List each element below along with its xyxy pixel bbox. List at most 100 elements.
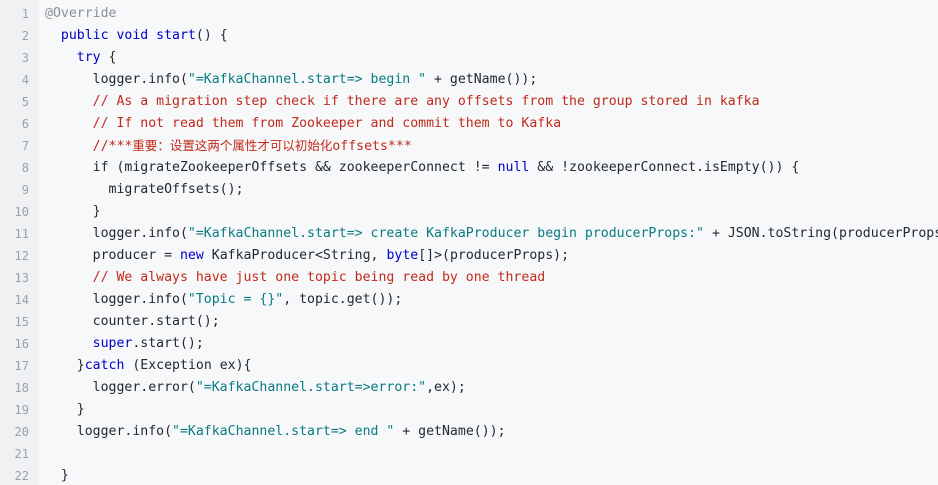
code-line: logger.info("=KafkaChannel.start=> end "… <box>45 421 938 443</box>
code-token: if (migrateZookeeperOffsets && zookeeper… <box>92 160 498 175</box>
code-token: logger.info( <box>92 72 188 87</box>
code-token: //*** <box>92 139 133 154</box>
code-token: logger.error( <box>92 380 196 395</box>
line-number: 4 <box>21 73 29 87</box>
code-token: } <box>76 358 85 373</box>
code-token: migrateOffsets(); <box>108 182 244 197</box>
code-token: "=KafkaChannel.start=> begin " <box>187 72 427 87</box>
code-token: "=KafkaChannel.start=> end " <box>172 424 395 439</box>
code-token: start <box>156 28 196 43</box>
line-number: 9 <box>21 183 29 197</box>
code-body: @Override public void start() { try { lo… <box>38 0 938 485</box>
line-number: 19 <box>14 403 29 417</box>
code-token: } <box>60 468 69 483</box>
code-token: producer = <box>92 248 180 263</box>
code-token: "=KafkaChannel.start=> create KafkaProdu… <box>187 226 704 241</box>
code-line: // If not read them from Zookeeper and c… <box>45 113 938 135</box>
code-line: logger.info("Topic = {}", topic.get()); <box>45 289 938 311</box>
code-line: public void start() { <box>45 25 938 47</box>
code-token: public void <box>60 28 157 43</box>
code-line: producer = new KafkaProducer<String, byt… <box>45 245 938 267</box>
code-line: } <box>45 465 938 485</box>
line-number: 3 <box>21 51 29 65</box>
code-token: KafkaProducer<String, <box>203 248 387 263</box>
code-token: super <box>92 336 133 351</box>
line-number: 11 <box>14 227 29 241</box>
code-line: } <box>45 399 938 421</box>
code-line: // As a migration step check if there ar… <box>45 91 938 113</box>
code-token: && !zookeeperConnect.isEmpty()) { <box>529 160 800 175</box>
code-token: counter.start(); <box>92 314 220 329</box>
line-number: 18 <box>14 381 29 395</box>
code-line: } <box>45 201 938 223</box>
code-token: + getName()); <box>394 424 506 439</box>
line-number: 22 <box>14 469 29 483</box>
code-token: } <box>76 402 85 417</box>
line-number: 17 <box>14 359 29 373</box>
code-line: counter.start(); <box>45 311 938 333</box>
code-token: 重要：设置这两个属性才可以初始化 <box>132 138 333 153</box>
code-token: logger.info( <box>92 226 188 241</box>
code-line: super.start(); <box>45 333 938 355</box>
code-token: try <box>76 50 101 65</box>
code-token: logger.info( <box>92 292 188 307</box>
code-line: // We always have just one topic being r… <box>45 267 938 289</box>
code-token: } <box>92 204 101 219</box>
code-token: + JSON.toString(producerProps)); <box>711 226 938 241</box>
line-number: 7 <box>21 139 29 153</box>
code-line: logger.info("=KafkaChannel.start=> begin… <box>45 69 938 91</box>
code-token: // We always have just one topic being r… <box>92 270 546 285</box>
code-token: "=KafkaChannel.start=>error:" <box>195 380 427 395</box>
code-line: @Override <box>45 3 938 25</box>
code-token: logger.info( <box>76 424 173 439</box>
code-token: offsets*** <box>332 139 412 154</box>
line-number: 2 <box>21 29 29 43</box>
code-block: 1 2 3 4 5 6 7 8 9 10 11 12 13 14 15 16 17 18 19 20 21 22 @Ove… <box>0 0 938 485</box>
code-token: []>(producerProps); <box>418 248 570 263</box>
line-number: 8 <box>21 161 29 175</box>
code-token: + getName()); <box>426 72 538 87</box>
line-number: 15 <box>14 315 29 329</box>
code-token: "Topic = {}" <box>187 292 284 307</box>
code-token: .start(); <box>132 336 204 351</box>
line-number: 10 <box>14 205 29 219</box>
code-token: catch <box>84 358 125 373</box>
line-number: 20 <box>14 425 29 439</box>
code-line: }catch (Exception ex){ <box>45 355 938 377</box>
code-line: migrateOffsets(); <box>45 179 938 201</box>
line-number: 12 <box>14 249 29 263</box>
line-number-gutter: 1 2 3 4 5 6 7 8 9 10 11 12 13 14 15 16 17 18 19 20 21 22 <box>0 0 38 485</box>
line-number: 16 <box>14 337 29 351</box>
code-line: logger.info("=KafkaChannel.start=> creat… <box>45 223 938 245</box>
line-number: 13 <box>14 271 29 285</box>
line-number: 1 <box>21 7 29 21</box>
line-number: 5 <box>21 95 29 109</box>
code-line: //***重要：设置这两个属性才可以初始化offsets*** <box>45 135 938 157</box>
code-token: // If not read them from Zookeeper and c… <box>92 116 562 131</box>
code-token: null <box>497 160 530 175</box>
code-token: () { <box>195 28 228 43</box>
code-token: ,ex); <box>426 380 466 395</box>
code-token: , topic.get()); <box>283 292 403 307</box>
code-token: // As a migration step check if there ar… <box>92 94 760 109</box>
code-token: { <box>100 50 117 65</box>
code-token: (Exception ex){ <box>124 358 252 373</box>
